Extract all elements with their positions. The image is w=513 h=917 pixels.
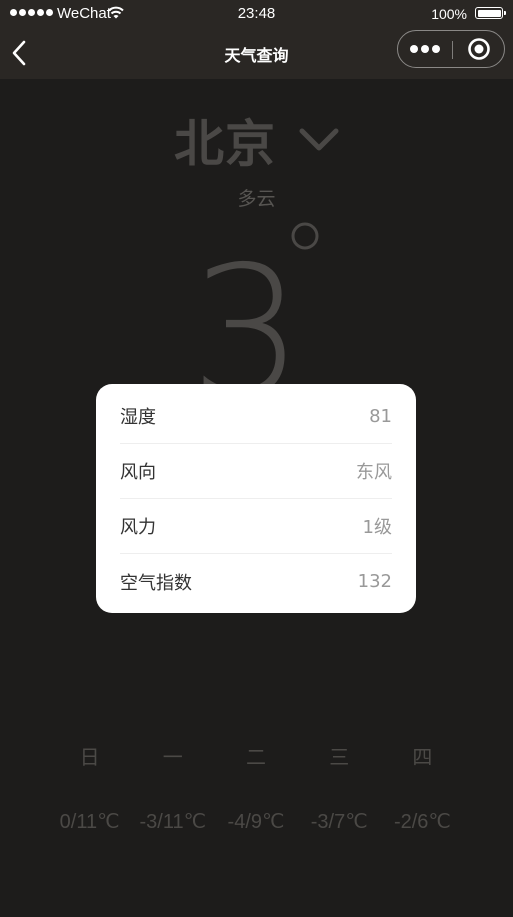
humidity-label: 湿度 [120, 407, 156, 428]
forecast-temperatures: 0/11℃ -3/11℃ -4/9℃ -3/7℃ -2/6℃ [48, 809, 464, 834]
forecast-weekdays: 日 一 二 三 四 [48, 741, 464, 770]
wind-force-value: 1级 [362, 517, 392, 538]
mini-program-capsule [397, 30, 505, 68]
forecast-day: 日 [79, 745, 100, 769]
more-dots-icon [410, 45, 440, 53]
forecast-day: 三 [329, 745, 350, 769]
forecast-day: 一 [162, 745, 183, 769]
more-options-button[interactable] [398, 31, 452, 67]
city-name: 北京 [173, 115, 276, 173]
humidity-value: 81 [369, 405, 392, 427]
chevron-down-icon [299, 128, 339, 156]
capsule-divider [452, 41, 453, 59]
forecast-temp-range: -3/11℃ [139, 811, 207, 833]
wind-direction-value: 东风 [356, 462, 392, 483]
air-quality-value: 132 [357, 571, 392, 592]
city-selector[interactable]: 北京 [0, 104, 513, 176]
forecast-temp-range: 0/11℃ [59, 811, 120, 833]
battery-percentage: 100% [431, 6, 467, 22]
detail-row-humidity: 湿度 81 [120, 389, 392, 444]
navigation-bar: 天气查询 [0, 28, 513, 79]
target-close-icon [468, 38, 490, 60]
weather-app-screen: WeChat 23:48 100% 天气查询 北京 多云 3 湿度 81 风向 … [0, 0, 513, 917]
weather-details-card: 湿度 81 风向 东风 风力 1级 空气指数 132 [96, 384, 416, 613]
wind-force-label: 风力 [120, 517, 156, 538]
detail-row-wind-direction: 风向 东风 [120, 444, 392, 499]
forecast-temp-range: -3/7℃ [310, 811, 368, 833]
wind-direction-label: 风向 [120, 462, 156, 483]
weather-condition: 多云 [237, 188, 276, 210]
close-mini-program-button[interactable] [454, 31, 504, 67]
forecast-temp-range: -4/9℃ [227, 811, 285, 833]
forecast-day: 二 [246, 745, 266, 769]
battery-icon [475, 7, 506, 19]
status-bar: WeChat 23:48 100% [0, 0, 513, 28]
air-quality-label: 空气指数 [120, 572, 192, 594]
detail-row-wind-force: 风力 1级 [120, 499, 392, 554]
forecast-day: 四 [412, 745, 433, 769]
detail-row-air-quality: 空气指数 132 [120, 554, 392, 609]
forecast-temp-range: -2/6℃ [393, 811, 451, 833]
